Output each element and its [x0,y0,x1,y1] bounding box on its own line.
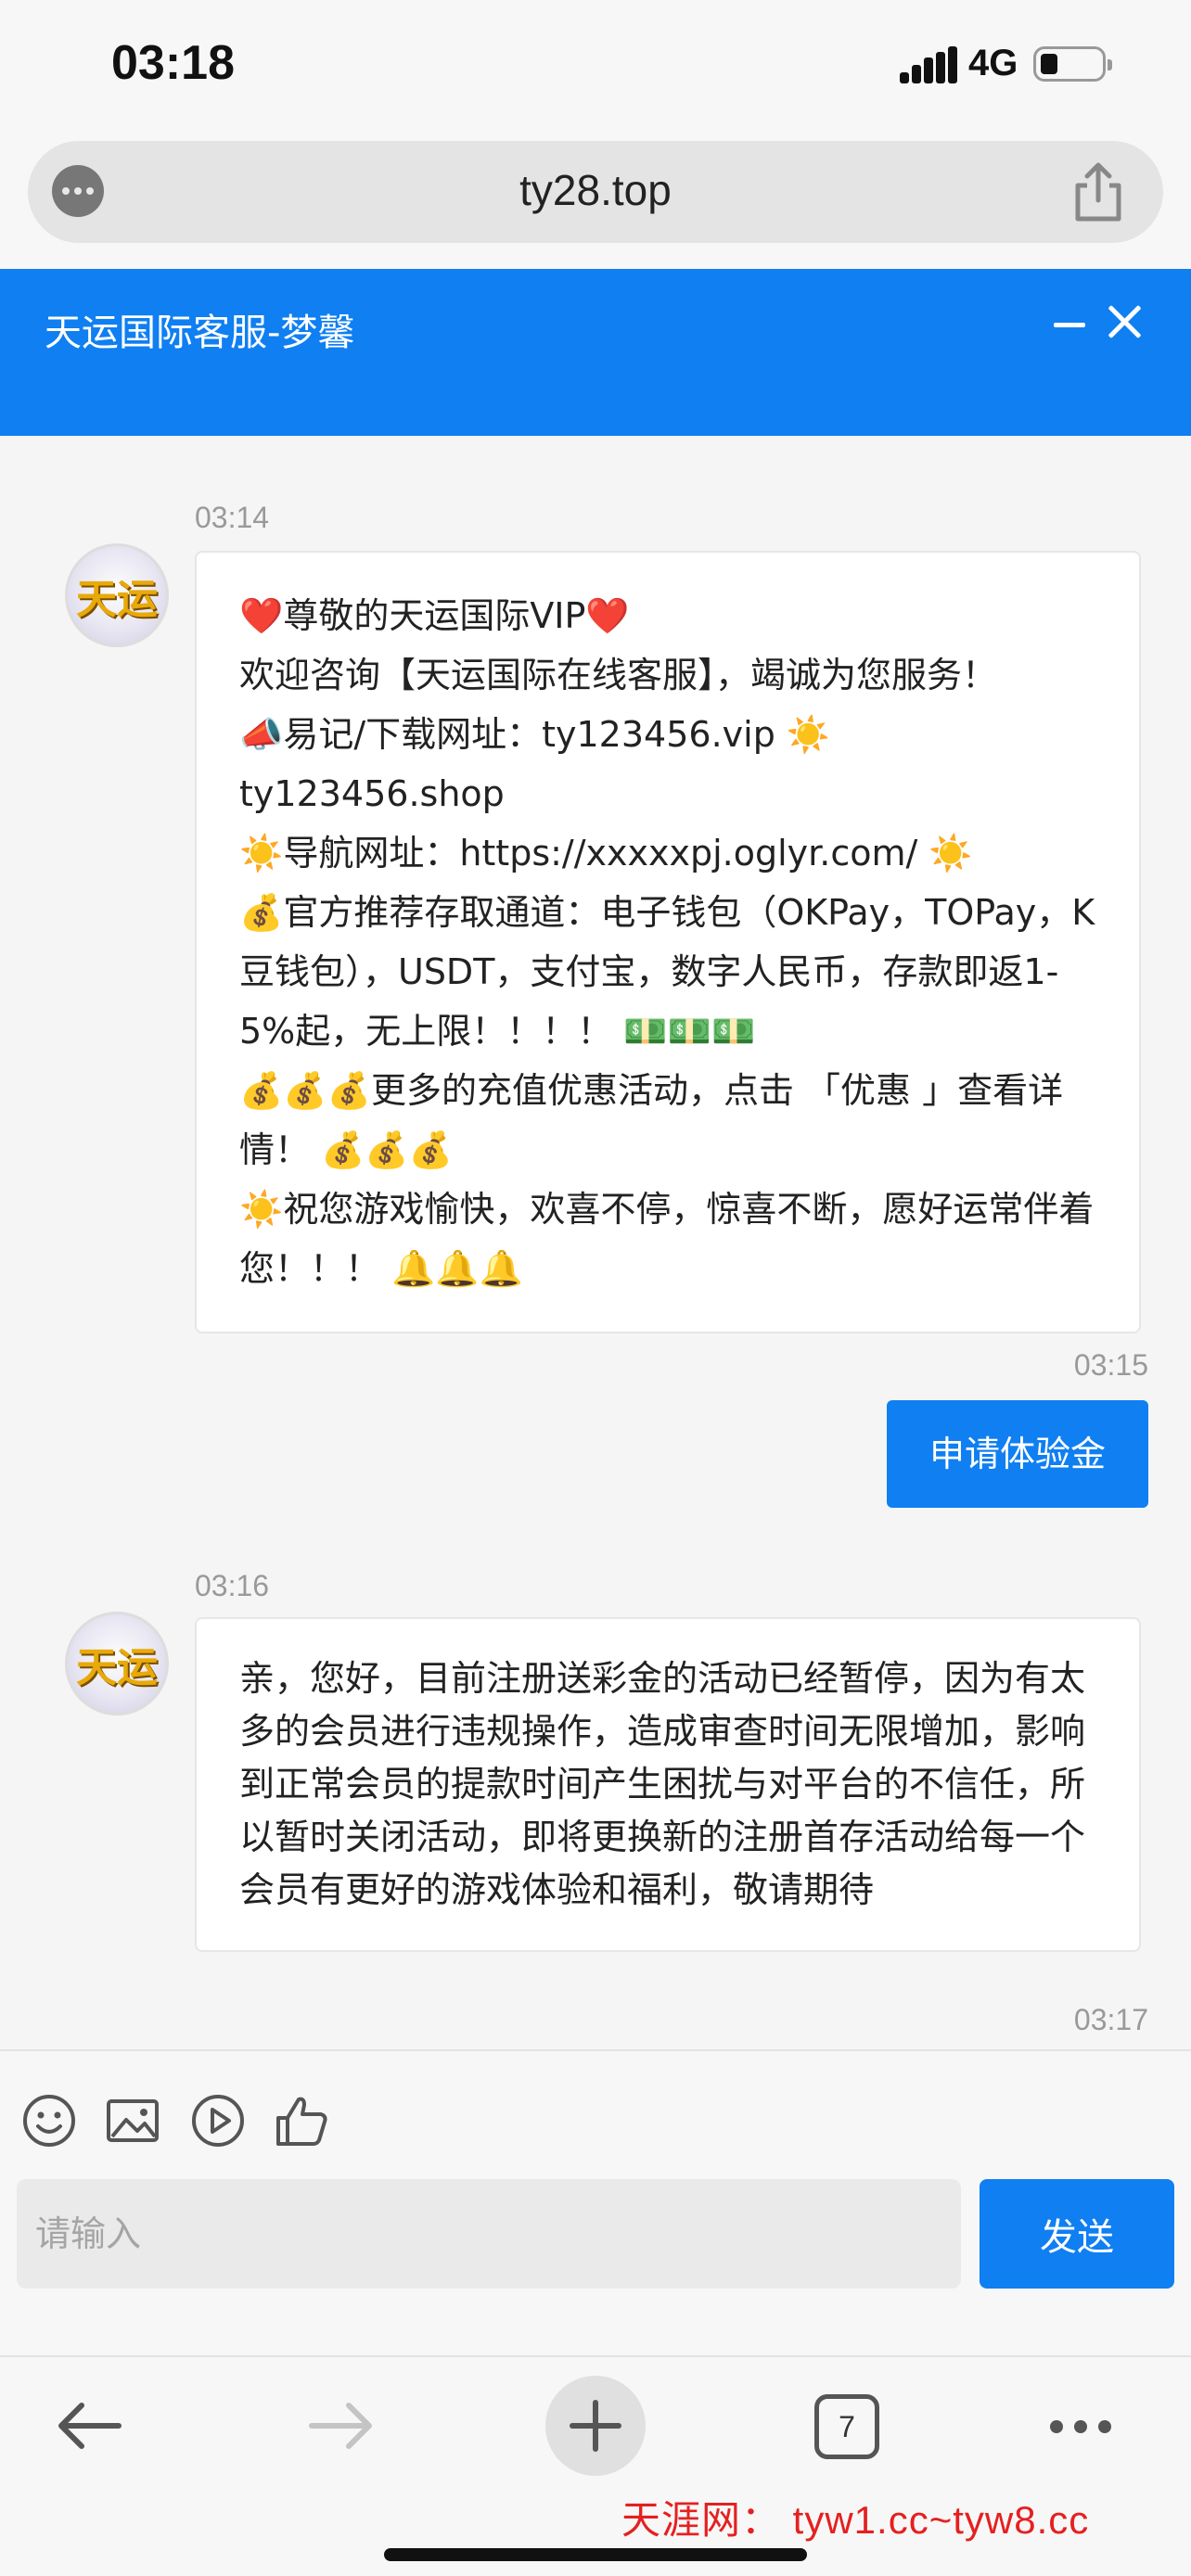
message-line: 💰💰💰更多的充值优惠活动，点击 「优惠 」查看详情！ 💰💰💰 [239,1070,1064,1170]
message-line: ☀️导航网址：https://xxxxxpj.oglyr.com/ ☀️ [239,833,973,874]
minimize-icon[interactable] [1054,310,1087,338]
new-tab-button[interactable] [545,2376,646,2476]
emoji-icon[interactable] [20,2092,78,2149]
signal-icon [900,46,957,83]
image-icon[interactable] [104,2092,161,2149]
message-composer: 发送 [0,2049,1191,2355]
chat-header: 天运国际客服-梦馨 [0,269,1191,436]
message-line: 📣易记/下载网址：ty123456.vip ☀️ ty123456.shop [239,714,831,814]
avatar-logo: 天运 [76,1644,158,1691]
user-message-bubble: 申请体验金 [886,1400,1148,1508]
thumbs-up-icon[interactable] [273,2092,330,2149]
message-timestamp: 03:15 [1073,1348,1148,1382]
address-bar[interactable]: ty28.top [28,141,1163,243]
network-label: 4G [968,43,1018,83]
message-line: ❤️尊敬的天运国际VIP❤️ [239,595,630,636]
battery-icon [1033,46,1112,82]
message-line: 欢迎咨询【天运国际在线客服】，竭诚为您服务！ [239,655,998,695]
chat-area[interactable]: 03:14 天运 ❤️尊敬的天运国际VIP❤️ 欢迎咨询【天运国际在线客服】，竭… [0,436,1191,2049]
menu-icon[interactable] [1050,2420,1111,2433]
status-time: 03:18 [111,36,235,90]
video-icon[interactable] [189,2092,247,2149]
agent-message-bubble: ❤️尊敬的天运国际VIP❤️ 欢迎咨询【天运国际在线客服】，竭诚为您服务！ 📣易… [195,551,1141,1333]
message-timestamp: 03:14 [195,501,270,534]
send-button[interactable]: 发送 [980,2179,1174,2289]
message-timestamp: 03:16 [195,1569,270,1602]
message-line: ☀️祝您游戏愉快，欢喜不停，惊喜不断，愿好运常伴着您！！！ 🔔🔔🔔 [239,1189,1095,1289]
tabs-button[interactable]: 7 [814,2394,879,2459]
agent-avatar: 天运 [65,1612,169,1715]
message-input[interactable] [17,2179,961,2289]
message-timestamp: 03:17 [1073,2003,1148,2036]
forward-icon[interactable] [308,2400,377,2452]
agent-message-bubble: 亲，您好，目前注册送彩金的活动已经暂停，因为有太多的会员进行违规操作，造成审查时… [195,1617,1141,1952]
status-bar: 03:18 4G [0,0,1191,139]
close-icon[interactable] [1106,302,1145,341]
agent-avatar: 天运 [65,543,169,647]
url-text[interactable]: ty28.top [28,165,1163,215]
message-line: 💰官方推荐存取通道：电子钱包（OKPay，TOPay，K豆钱包），USDT，支付… [239,892,1095,1052]
chat-title: 天运国际客服-梦馨 [45,312,355,354]
back-icon[interactable] [54,2400,122,2452]
avatar-logo: 天运 [76,576,158,623]
share-icon[interactable] [1070,159,1126,224]
message-text: 亲，您好，目前注册送彩金的活动已经暂停，因为有太多的会员进行违规操作，造成审查时… [239,1658,1086,1910]
watermark-text: 天涯网： tyw1.cc~tyw8.cc [621,2498,1090,2542]
home-indicator[interactable] [384,2548,807,2561]
